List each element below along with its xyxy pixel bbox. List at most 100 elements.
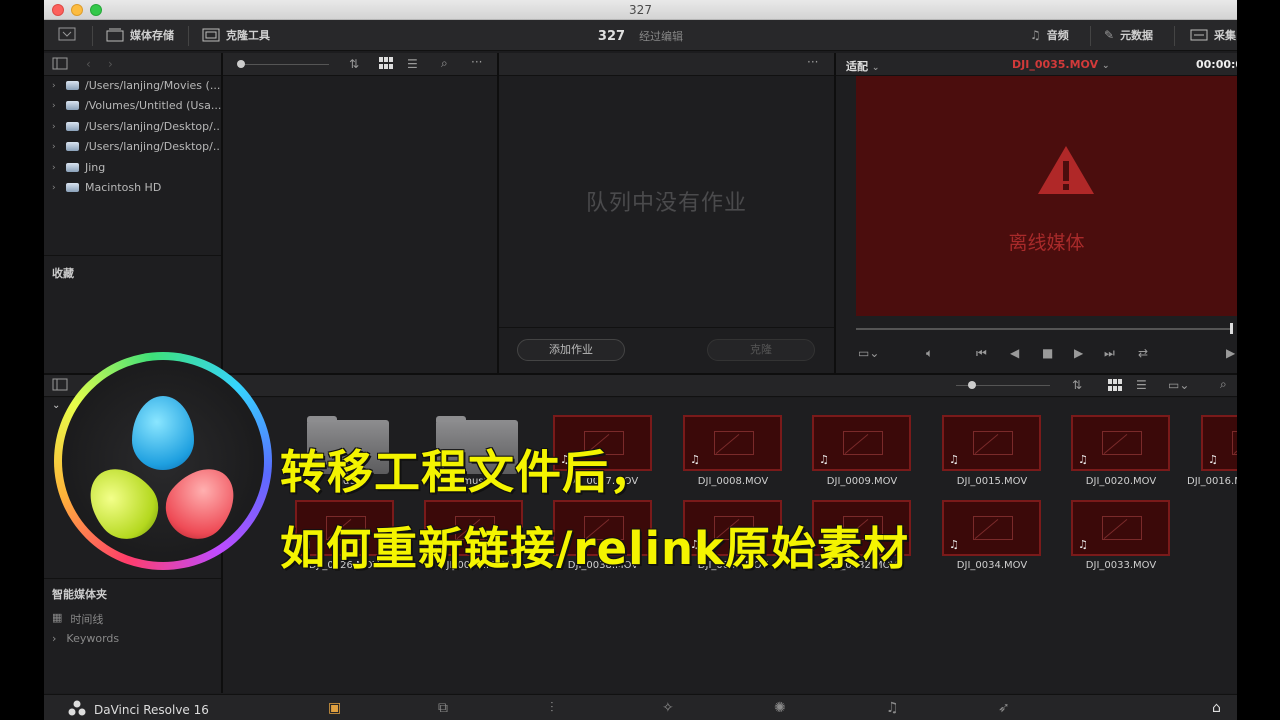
chevron-right-icon: › — [52, 80, 56, 91]
drive-icon — [66, 81, 79, 90]
davinci-window: 327 媒体存储 克隆工具 327 经过编辑 ♫ 音频 ✎ 元数据 采集 ‹ ›… — [44, 0, 1237, 720]
app-brand: DaVinci Resolve 16 — [68, 700, 209, 719]
sort-icon[interactable]: ⇅ — [1072, 378, 1082, 392]
clone-queue-header: ··· — [499, 53, 834, 76]
media-page-icon[interactable]: ▣ — [328, 700, 341, 716]
transport-controls: ▭⌄ 🔈︎ ⏮︎ ◀ ■ ▶ ⏭︎ ⇄ ▶ — [856, 344, 1237, 368]
clone-queue-panel: ··· 队列中没有作业 添加作业 克隆 — [499, 53, 834, 373]
search-icon[interactable]: ⌕ — [1220, 377, 1227, 392]
clip-thumbnail[interactable]: ♫ — [683, 415, 782, 471]
davinci-logo-icon — [68, 700, 86, 719]
music-note-icon: ♫ — [949, 538, 959, 551]
view-mode-icon[interactable]: ▭⌄ — [858, 346, 879, 360]
drive-icon — [66, 142, 79, 151]
reverse-play-icon[interactable]: ◀ — [1010, 346, 1019, 360]
headline-line-2: 如何重新链接/relink原始素材 — [280, 522, 909, 575]
capture-button[interactable]: 采集 — [1190, 27, 1236, 43]
clip-label: DJI_0033.MOV — [1085, 560, 1157, 571]
clip-name-dropdown[interactable]: DJI_0035.MOV ⌄ — [1012, 58, 1110, 71]
clip-label: DJI_0034.MOV — [956, 560, 1028, 571]
home-icon[interactable]: ⌂ — [1212, 700, 1221, 716]
more-options-icon[interactable]: ··· — [807, 55, 818, 69]
chevron-right-icon: › — [52, 100, 56, 111]
offline-media-label: 离线媒体 — [1008, 232, 1085, 254]
list-view-icon[interactable]: ☰ — [1136, 378, 1147, 392]
loop-icon[interactable]: ⇄ — [1138, 346, 1148, 360]
viewer-screen: 离线媒体 — [856, 76, 1237, 316]
stop-icon[interactable]: ■ — [1042, 346, 1053, 360]
chevron-right-icon: › — [52, 141, 56, 152]
clip-thumbnail[interactable]: ♫ — [1071, 500, 1170, 556]
music-note-icon: ♫ — [819, 453, 829, 466]
deliver-page-icon[interactable]: ➶ — [998, 700, 1010, 716]
chevron-down-icon: ⌄ — [1101, 61, 1110, 71]
metadata-button[interactable]: ✎ 元数据 — [1104, 27, 1153, 43]
clip-thumbnail[interactable]: ♫ — [1071, 415, 1170, 471]
tree-item[interactable]: › Jing — [52, 161, 105, 174]
more-options-icon[interactable]: ··· — [471, 55, 482, 69]
metadata-label: 元数据 — [1120, 29, 1154, 42]
audio-button[interactable]: ♫ 音频 — [1030, 27, 1069, 43]
add-job-button[interactable]: 添加作业 — [517, 339, 625, 361]
fit-dropdown[interactable]: 适配 ⌄ — [846, 58, 879, 74]
fairlight-page-icon[interactable]: ♫ — [886, 700, 899, 716]
project-status: 经过编辑 — [639, 30, 684, 43]
list-view-icon[interactable]: ☰ — [407, 57, 418, 71]
tree-item[interactable]: ›/Volumes/Untitled (Usa... — [52, 99, 221, 112]
jump-end-icon[interactable]: ⏭︎ — [1104, 346, 1115, 361]
tree-item[interactable]: ›/Users/lanjing/Desktop/... — [52, 140, 223, 153]
smart-bin-timeline[interactable]: ▦ 时间线 — [52, 611, 103, 627]
jump-start-icon[interactable]: ⏮︎ — [976, 346, 987, 361]
chevron-down-icon[interactable]: ⌄ — [52, 400, 60, 411]
window-title: 327 — [629, 3, 652, 17]
metadata-view-icon[interactable]: ▭⌄ — [1168, 378, 1189, 392]
warning-icon — [1038, 146, 1094, 194]
clip-thumbnail[interactable]: ♫ — [812, 415, 911, 471]
headline-line-1: 转移工程文件后， — [280, 445, 656, 499]
tree-item[interactable]: ›/Users/lanjing/Movies (... — [52, 79, 220, 92]
media-tree-header: ‹ › — [44, 53, 221, 76]
thumbnail-size-handle[interactable] — [968, 381, 976, 389]
tree-item[interactable]: ›/Users/lanjing/Desktop/... — [52, 120, 223, 133]
sort-icon[interactable]: ⇅ — [349, 57, 359, 71]
clip-label: DJI_0015.MOV — [956, 476, 1028, 487]
zoom-slider-handle[interactable] — [237, 60, 245, 68]
forward-arrow-icon[interactable]: › — [108, 57, 113, 71]
music-note-icon: ♫ — [949, 453, 959, 466]
music-note-icon: ♫ — [1078, 453, 1088, 466]
smart-bin-keywords[interactable]: › Keywords — [52, 632, 119, 645]
grid-view-icon[interactable] — [1108, 379, 1122, 391]
color-page-icon[interactable]: ✺ — [774, 700, 786, 716]
zoom-slider[interactable] — [239, 64, 329, 65]
clip-thumbnail[interactable]: ♫ — [942, 415, 1041, 471]
next-icon[interactable]: ▶ — [1226, 346, 1235, 360]
fusion-page-icon[interactable]: ✧ — [662, 700, 674, 716]
clip-label: DJI_0008.MOV — [697, 476, 769, 487]
volume-icon[interactable]: 🔈︎ — [926, 346, 933, 361]
clip-thumbnail[interactable]: ♫ — [1201, 415, 1237, 471]
music-note-icon: ♫ — [690, 453, 700, 466]
clip-label: DJI_0020.MOV — [1085, 476, 1157, 487]
edit-page-icon[interactable]: ⫶ — [550, 700, 554, 716]
cut-page-icon[interactable]: ⧉ — [438, 700, 448, 716]
scrubber-track[interactable] — [856, 328, 1232, 330]
tree-item[interactable]: › Macintosh HD — [52, 181, 161, 194]
clip-thumbnail[interactable]: ♫ — [942, 500, 1041, 556]
chevron-right-icon: › — [52, 162, 56, 173]
sidebar-toggle-icon[interactable] — [52, 57, 68, 70]
clone-button[interactable]: 克隆 — [707, 339, 815, 361]
drive-icon — [66, 122, 79, 131]
playhead[interactable] — [1230, 323, 1233, 334]
drive-icon — [66, 101, 79, 110]
davinci-resolve-logo — [54, 352, 272, 570]
chevron-right-icon: › — [52, 182, 56, 193]
sidebar-toggle-icon[interactable] — [52, 378, 68, 391]
title-bar: 327 — [44, 0, 1237, 20]
clip-label: DJI_0016.MOV — [1187, 476, 1237, 487]
play-icon[interactable]: ▶ — [1074, 346, 1083, 360]
project-name: 327 — [597, 29, 626, 44]
grid-view-icon[interactable] — [379, 57, 393, 69]
back-arrow-icon[interactable]: ‹ — [86, 57, 91, 71]
drive-icon — [66, 163, 79, 172]
search-icon[interactable]: ⌕ — [441, 56, 448, 71]
